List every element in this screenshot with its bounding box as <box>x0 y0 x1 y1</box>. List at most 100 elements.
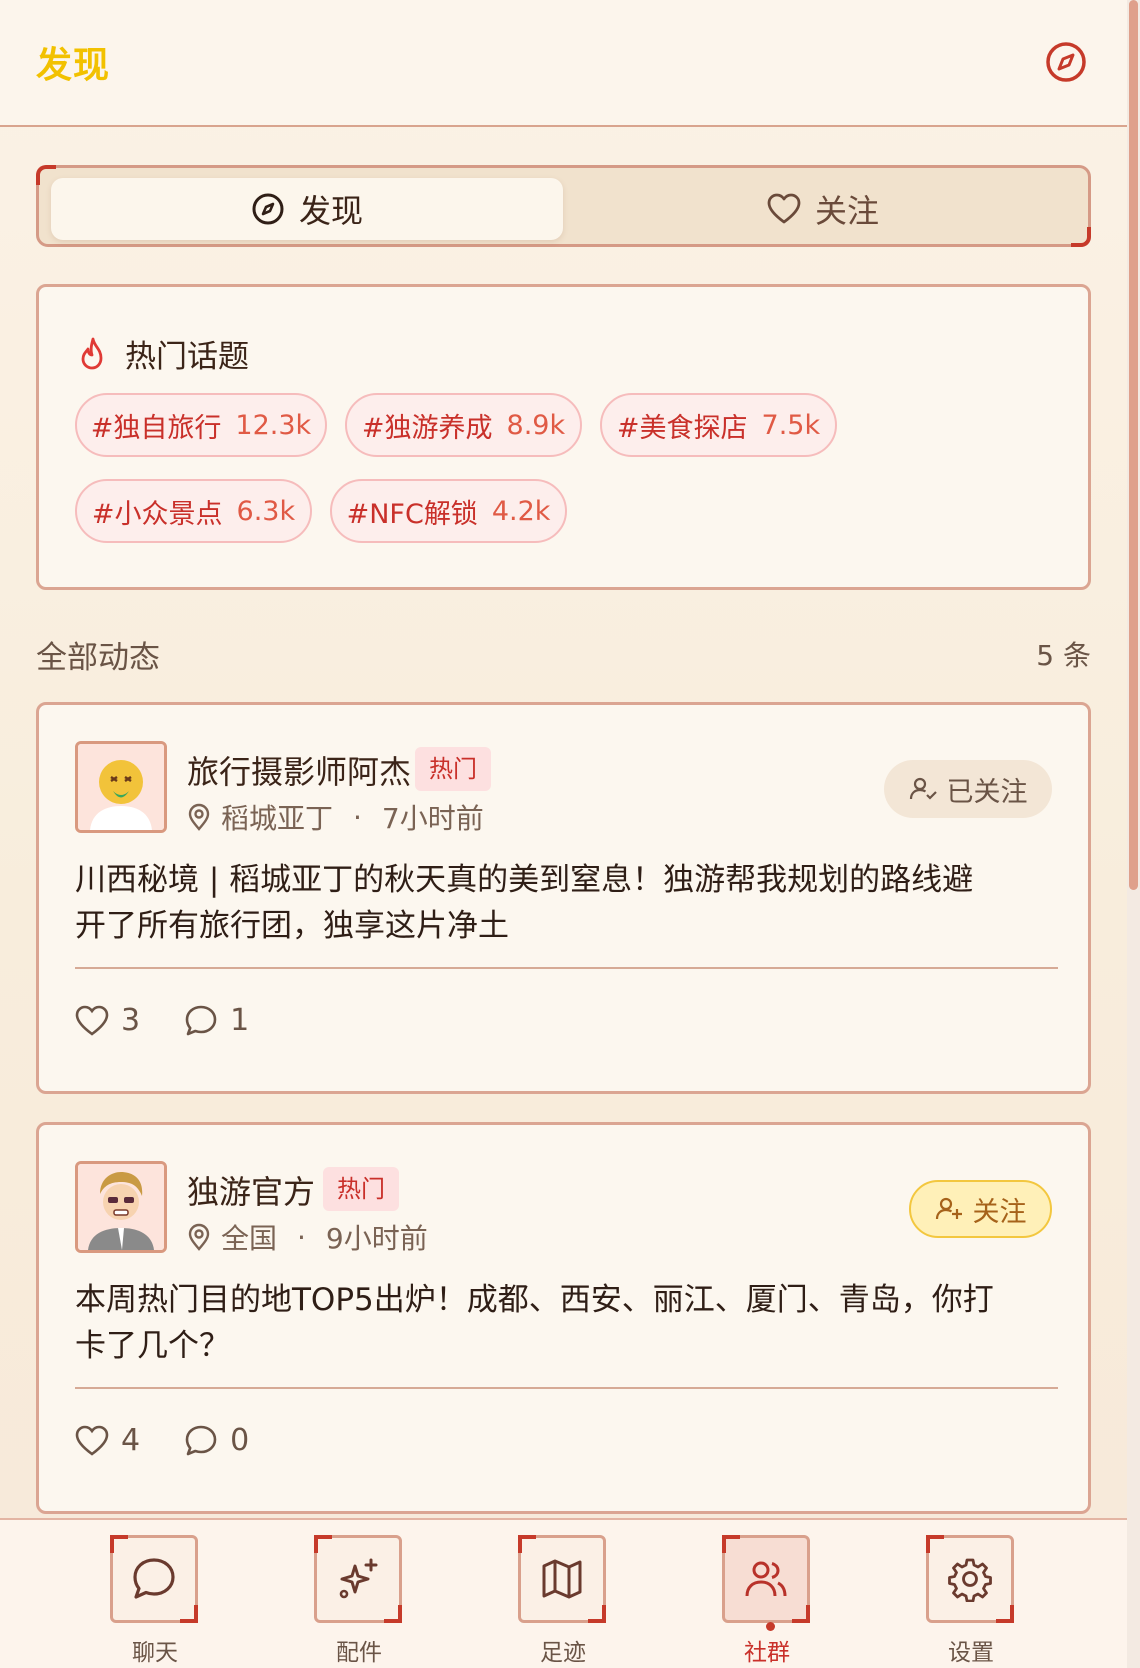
hot-topics-card: 热门话题 #独自旅行 12.3k #独游养成 8.9k #美食探店 7.5k #… <box>36 284 1091 590</box>
corner-decoration <box>996 1605 1014 1623</box>
location-pin-icon <box>188 1223 210 1251</box>
meta-separator: · <box>297 1220 306 1254</box>
topic-chip[interactable]: #小众景点 6.3k <box>75 479 312 543</box>
nav-item-chat[interactable]: 聊天 <box>110 1535 200 1667</box>
post-time: 7小时前 <box>381 802 484 835</box>
post-location: 全国 <box>221 1222 278 1255</box>
nav-label: 足迹 <box>540 1640 586 1666</box>
user-plus-icon <box>935 1197 962 1220</box>
nav-button[interactable] <box>110 1535 198 1623</box>
segment-control: 发现 关注 <box>36 165 1091 247</box>
corner-decoration <box>110 1535 128 1553</box>
compass-icon <box>252 193 284 225</box>
comment-button[interactable]: 1 <box>184 1003 249 1038</box>
chat-icon <box>133 1558 175 1599</box>
heart-icon <box>767 193 801 224</box>
followed-button[interactable]: 已关注 <box>884 760 1052 818</box>
like-button[interactable]: 3 <box>75 1003 140 1038</box>
post-author[interactable]: 独游官方 <box>187 1167 315 1213</box>
topic-tag: #独自旅行 <box>90 412 222 444</box>
corner-decoration <box>792 1605 810 1623</box>
app: 发现 发现 关注 热门话题 #独自旅行 12.3k #独游养成 8.9k #美食… <box>0 0 1127 1668</box>
flame-icon <box>81 337 103 369</box>
topic-tag: #美食探店 <box>616 412 748 444</box>
tab-following[interactable]: 关注 <box>567 178 1079 240</box>
heart-icon <box>75 1425 109 1456</box>
post-meta: 稻城亚丁 · 7小时前 <box>187 797 484 837</box>
nav-button[interactable] <box>926 1535 1014 1623</box>
location-pin-icon <box>188 803 210 831</box>
post-card: 旅行摄影师阿杰 热门 稻城亚丁 · 7小时前 已关注 川西秘境 | 稻城亚丁的秋… <box>36 702 1091 1094</box>
corner-decoration <box>926 1535 944 1553</box>
post-actions: 4 0 <box>75 1423 249 1458</box>
corner-decoration <box>384 1605 402 1623</box>
topic-tag: #独游养成 <box>361 412 493 444</box>
nav-label: 聊天 <box>132 1640 178 1666</box>
like-button[interactable]: 4 <box>75 1423 140 1458</box>
corner-decoration <box>722 1535 740 1553</box>
user-check-icon <box>909 777 937 800</box>
corner-decoration <box>180 1605 198 1623</box>
topic-tag: #小众景点 <box>91 498 223 530</box>
nav-button[interactable] <box>314 1535 402 1623</box>
sparkle-icon <box>339 1558 378 1599</box>
post-author[interactable]: 旅行摄影师阿杰 <box>187 747 411 793</box>
post-location: 稻城亚丁 <box>221 802 334 835</box>
map-icon <box>542 1559 582 1599</box>
post-divider <box>75 1387 1058 1389</box>
post-text: 本周热门目的地TOP5出炉！成都、西安、丽江、厦门、青岛，你打卡了几个？ <box>75 1282 994 1364</box>
page-title: 发现 <box>36 45 111 86</box>
corner-decoration <box>588 1605 606 1623</box>
nav-item-accessories[interactable]: 配件 <box>314 1535 404 1667</box>
avatar-image <box>78 1164 164 1250</box>
nav-item-community[interactable]: 社群 <box>722 1535 812 1667</box>
follow-button[interactable]: 关注 <box>909 1180 1052 1238</box>
nav-button[interactable] <box>518 1535 606 1623</box>
comment-icon <box>185 1005 217 1035</box>
comment-count: 0 <box>230 1423 250 1458</box>
topic-chip[interactable]: #NFC解锁 4.2k <box>330 479 567 543</box>
scrollbar-thumb[interactable] <box>1129 0 1138 890</box>
corner-decoration <box>314 1535 332 1553</box>
active-indicator <box>766 1622 775 1631</box>
topic-chip[interactable]: #美食探店 7.5k <box>600 393 837 457</box>
post-time: 9小时前 <box>325 1222 428 1255</box>
nav-label: 社群 <box>744 1640 790 1666</box>
follow-label: 关注 <box>972 1196 1027 1228</box>
nav-label: 配件 <box>336 1640 382 1666</box>
corner-decoration <box>518 1535 536 1553</box>
hot-topics-title: 热门话题 <box>125 339 249 375</box>
avatar-image <box>78 744 164 830</box>
avatar[interactable] <box>75 741 167 833</box>
topic-count: 7.5k <box>761 409 821 441</box>
hot-badge: 热门 <box>415 747 491 791</box>
post-meta: 全国 · 9小时前 <box>187 1217 428 1257</box>
compass-icon[interactable] <box>1044 40 1088 84</box>
nav-button[interactable] <box>722 1535 810 1631</box>
hot-topics-header: 热门话题 <box>79 331 249 376</box>
topic-count: 4.2k <box>491 495 551 527</box>
comment-icon <box>185 1425 217 1455</box>
post-text: 川西秘境 | 稻城亚丁的秋天真的美到窒息！独游帮我规划的路线避开了所有旅行团，独… <box>75 862 974 944</box>
scrollbar[interactable] <box>1127 0 1140 1668</box>
avatar[interactable] <box>75 1161 167 1253</box>
heart-icon <box>75 1005 109 1036</box>
top-header: 发现 <box>0 0 1127 127</box>
topic-chip[interactable]: #独游养成 8.9k <box>345 393 582 457</box>
hot-badge: 热门 <box>323 1167 399 1211</box>
topic-count: 6.3k <box>236 495 296 527</box>
topic-chip[interactable]: #独自旅行 12.3k <box>75 393 327 457</box>
topic-count: 8.9k <box>506 409 566 441</box>
users-icon <box>745 1561 787 1597</box>
tab-discover[interactable]: 发现 <box>51 178 563 240</box>
comment-button[interactable]: 0 <box>184 1423 249 1458</box>
nav-item-footprints[interactable]: 足迹 <box>518 1535 608 1667</box>
feed-count: 5 条 <box>1036 639 1091 672</box>
topic-count: 12.3k <box>235 409 312 441</box>
meta-separator: · <box>353 800 362 834</box>
post-actions: 3 1 <box>75 1003 249 1038</box>
nav-item-settings[interactable]: 设置 <box>926 1535 1016 1667</box>
feed-label: 全部动态 <box>36 640 160 676</box>
nav-label: 设置 <box>948 1640 994 1666</box>
post-divider <box>75 967 1058 969</box>
